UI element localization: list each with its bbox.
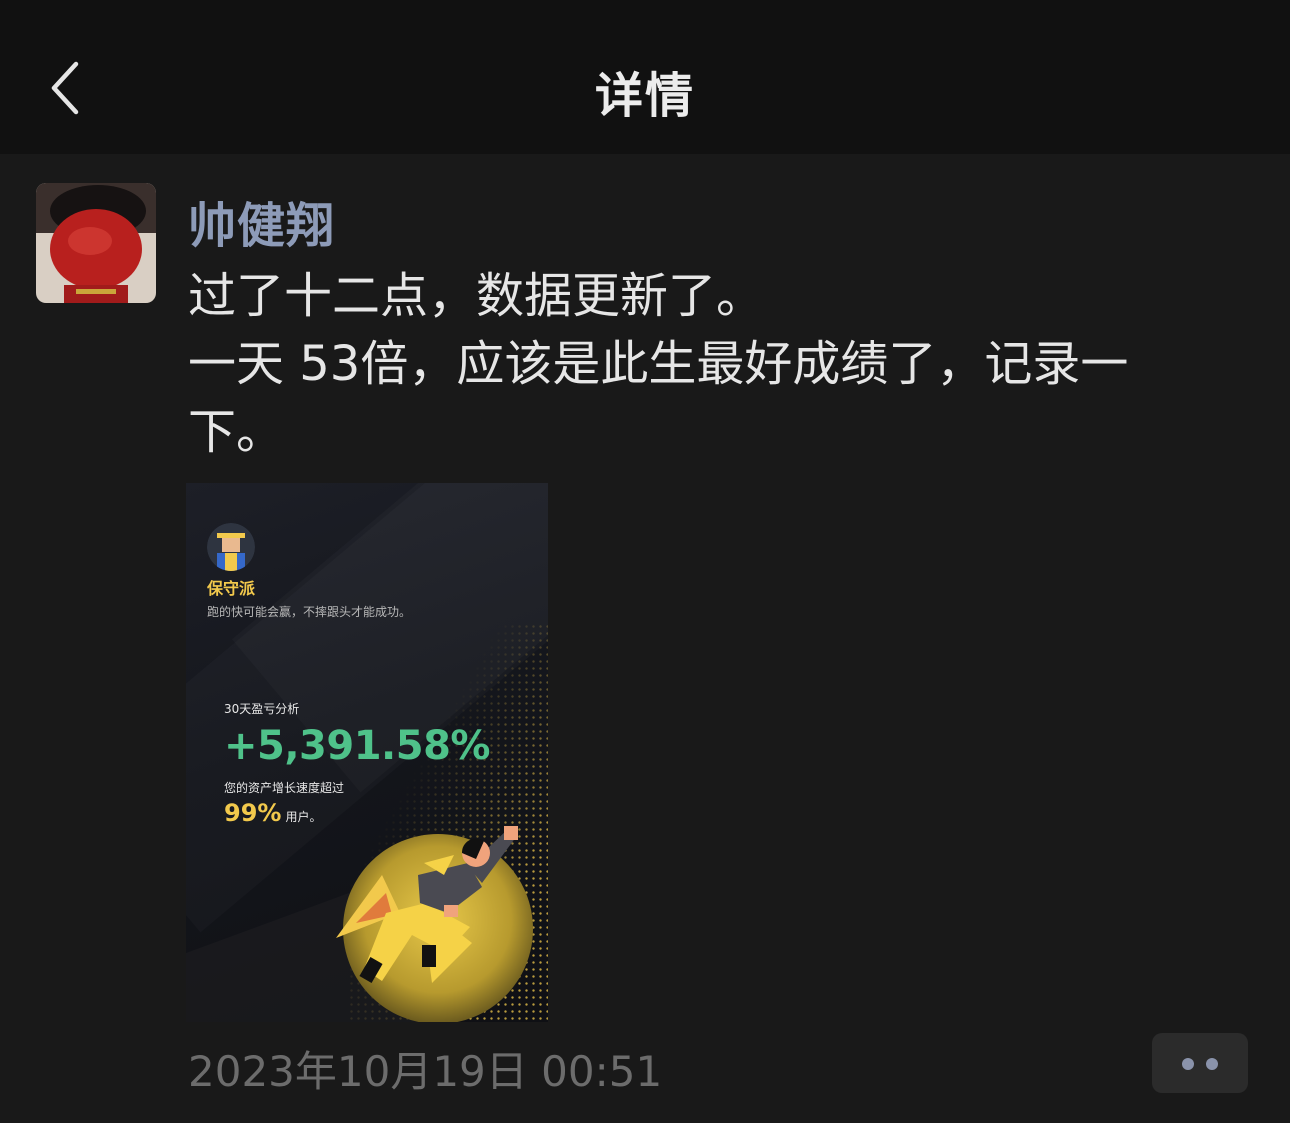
more-actions-button[interactable]: [1152, 1033, 1248, 1093]
post-text-line: 过了十二点，数据更新了。: [188, 268, 765, 324]
more-dots-icon: [1206, 1058, 1218, 1070]
post-text: 过了十二点，数据更新了。 一天 53倍，应该是此生最好成绩了，记录一 下。: [188, 262, 1228, 466]
rocket-runner-illustration: [186, 826, 533, 1022]
post-image[interactable]: 保守派 跑的快可能会赢，不摔跟头才能成功。 30天盈亏分析 +5,391.58%…: [186, 483, 548, 1022]
author-name[interactable]: 帅健翔: [188, 186, 335, 256]
post-text-line: 下。: [188, 404, 285, 460]
page-title: 详情: [594, 68, 695, 124]
post-text-line: 一天 53倍，应该是此生最好成绩了，记录一: [188, 336, 1129, 392]
more-dots-icon: [1182, 1058, 1194, 1070]
navbar: 详情: [0, 0, 1290, 154]
author-avatar[interactable]: [36, 183, 156, 303]
post-timestamp: 2023年10月19日 00:51: [188, 1047, 663, 1096]
